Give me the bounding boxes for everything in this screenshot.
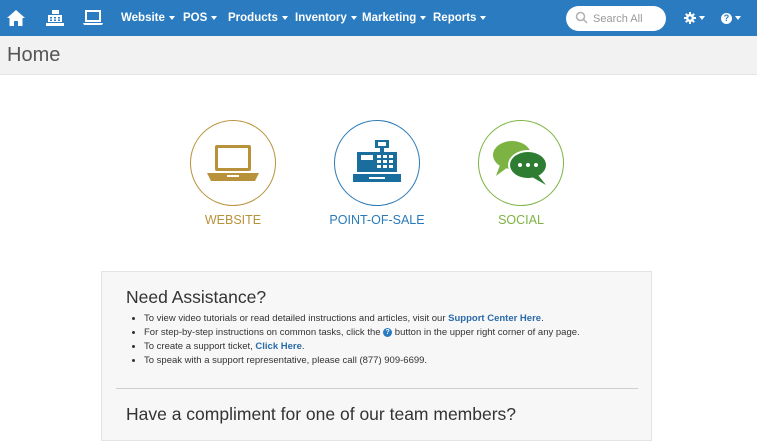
list-item: For step-by-step instructions on common … <box>144 326 654 340</box>
laptop-icon <box>207 145 259 181</box>
gear-icon <box>684 12 696 24</box>
point-of-sale-circle <box>334 120 420 206</box>
nav-pos[interactable]: POS <box>183 0 218 36</box>
nav-inventory[interactable]: Inventory <box>295 0 357 36</box>
social-tile[interactable] <box>478 120 564 206</box>
search-icon <box>575 11 588 24</box>
compliment-heading: Have a compliment for one of our team me… <box>126 404 517 424</box>
support-ticket-link[interactable]: Click Here <box>255 341 301 352</box>
help-menu[interactable]: ? <box>721 0 741 36</box>
nav-products-label: Products <box>228 12 278 24</box>
social-circle <box>478 120 564 206</box>
nav-marketing[interactable]: Marketing <box>362 0 427 36</box>
assistance-heading: Need Assistance? <box>126 287 267 307</box>
help-icon: ? <box>383 327 393 337</box>
chat-bubbles-icon <box>493 141 548 185</box>
nav-website-label: Website <box>121 12 165 24</box>
settings-menu[interactable] <box>684 0 705 36</box>
website-circle <box>190 120 276 206</box>
nav-pos-label: POS <box>183 12 208 24</box>
cash-register-icon <box>353 140 401 182</box>
nav-inventory-label: Inventory <box>295 12 347 24</box>
top-navbar: Website POS Products Inventory Marketing… <box>0 0 757 36</box>
nav-website[interactable]: Website <box>121 0 175 36</box>
page-title: Home <box>7 44 61 66</box>
caret-down-icon <box>211 15 218 20</box>
nav-marketing-label: Marketing <box>362 12 417 24</box>
social-tile-label[interactable]: SOCIAL <box>451 213 591 227</box>
divider <box>116 388 638 389</box>
home-icon[interactable] <box>5 0 27 36</box>
search-box <box>566 6 666 31</box>
point-of-sale-tile-label[interactable]: POINT-OF-SALE <box>307 213 447 227</box>
register-icon[interactable] <box>44 0 66 36</box>
caret-down-icon <box>281 15 288 20</box>
caret-down-icon <box>420 15 427 20</box>
help-icon: ? <box>721 12 732 24</box>
nav-products[interactable]: Products <box>228 0 288 36</box>
caret-down-icon <box>350 15 357 20</box>
point-of-sale-tile[interactable] <box>334 120 420 206</box>
caret-down-icon <box>480 15 487 20</box>
list-item: To view video tutorials or read detailed… <box>144 312 654 326</box>
search-input[interactable] <box>593 10 659 27</box>
list-item-text: For step-by-step instructions on common … <box>144 327 384 338</box>
assistance-panel: Need Assistance? To view video tutorials… <box>101 271 652 441</box>
assistance-list: To view video tutorials or read detailed… <box>126 312 654 368</box>
list-item-suffix: . <box>541 313 544 324</box>
caret-down-icon <box>168 15 175 20</box>
list-item: To create a support ticket, Click Here. <box>144 340 654 354</box>
nav-reports-label: Reports <box>433 12 477 24</box>
caret-down-icon <box>699 16 705 20</box>
list-item-text: To view video tutorials or read detailed… <box>144 313 449 324</box>
website-tile-label[interactable]: WEBSITE <box>163 213 303 227</box>
support-center-link[interactable]: Support Center Here <box>448 313 541 324</box>
laptop-icon[interactable] <box>82 0 104 36</box>
list-item-text: To create a support ticket, <box>144 341 256 352</box>
website-tile[interactable] <box>190 120 276 206</box>
nav-reports[interactable]: Reports <box>433 0 487 36</box>
page-header: Home <box>0 36 757 75</box>
list-item-suffix: . <box>301 341 305 352</box>
caret-down-icon <box>735 16 741 20</box>
list-item-text: To speak with a support representative, … <box>144 355 428 366</box>
list-item: To speak with a support representative, … <box>144 354 654 368</box>
list-item-suffix: button in the upper right corner of any … <box>392 327 580 338</box>
